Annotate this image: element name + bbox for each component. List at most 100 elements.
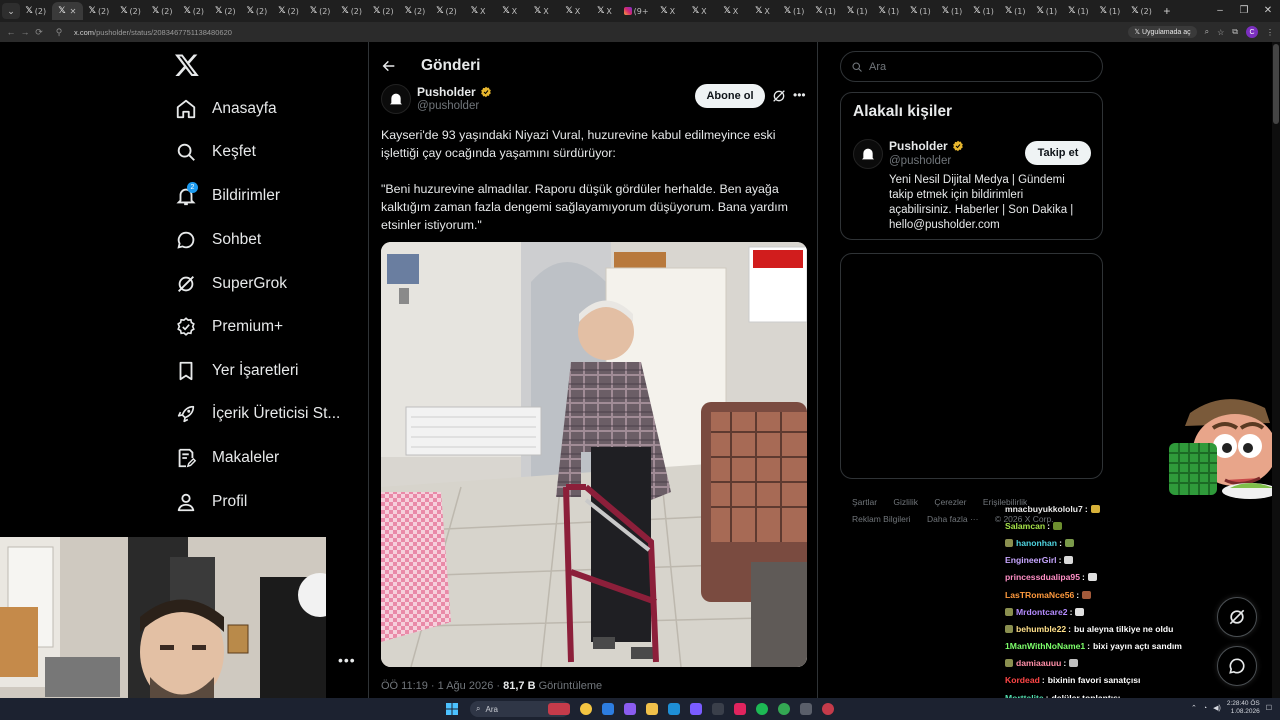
windows-start-icon[interactable]	[446, 703, 458, 715]
app-taskbar-icon[interactable]	[624, 703, 636, 715]
more-options-icon[interactable]: •••	[338, 652, 356, 668]
browser-tab[interactable]: 𝕏 (1)	[1063, 2, 1095, 20]
browser-tab[interactable]: 𝕏 (2)	[20, 2, 52, 20]
sidebar-item-creator-studio[interactable]: İçerik Üreticisi St...	[174, 398, 340, 430]
browser-tab[interactable]: 𝕏X	[747, 2, 779, 20]
related-handle[interactable]: @pusholder	[889, 155, 951, 167]
related-avatar[interactable]	[853, 139, 883, 169]
network-icon[interactable]: ◔	[1203, 705, 1207, 712]
back-arrow-icon[interactable]: ←	[4, 27, 18, 37]
post-more-icon[interactable]: •••	[793, 88, 806, 102]
sidebar-item-premium[interactable]: Premium+	[174, 311, 283, 343]
author-avatar[interactable]	[381, 84, 411, 114]
footer-link[interactable]: Reklam Bilgileri	[852, 514, 911, 524]
sidebar-item-notifications[interactable]: 2 Bildirimler	[174, 180, 280, 212]
discord-taskbar-icon[interactable]	[690, 703, 702, 715]
notification-center-icon[interactable]: ☐	[1266, 704, 1272, 712]
browser-tab[interactable]: 𝕏X	[494, 2, 526, 20]
forward-arrow-icon[interactable]: →	[18, 27, 32, 37]
browser-tab[interactable]: 𝕏 (2)	[83, 2, 115, 20]
tab-search-button[interactable]: ⌄	[2, 3, 20, 19]
browser-tab[interactable]: 𝕏 (1)	[968, 2, 1000, 20]
sidebar-item-explore[interactable]: Keşfet	[174, 136, 256, 168]
author-handle[interactable]: @pusholder	[417, 100, 479, 112]
browser-tab[interactable]: 𝕏 (1)	[778, 2, 810, 20]
follow-button[interactable]: Takip et	[1025, 141, 1091, 165]
browser-tab[interactable]: 𝕏 (2)	[273, 2, 305, 20]
footer-link[interactable]: Gizlilik	[893, 497, 918, 507]
browser-tab[interactable]: 𝕏 (2)	[399, 2, 431, 20]
minimize-button[interactable]: –	[1208, 0, 1232, 22]
grok-icon[interactable]	[771, 88, 787, 104]
browser-tab[interactable]: 𝕏 (1)	[905, 2, 937, 20]
app-taskbar-icon[interactable]	[734, 703, 746, 715]
close-tab-icon[interactable]: ✕	[70, 7, 77, 16]
sidebar-item-profile[interactable]: Profil	[174, 486, 247, 518]
related-name[interactable]: Pusholder	[889, 139, 964, 153]
browser-tab[interactable]: 𝕏X	[462, 2, 494, 20]
browser-tab[interactable]: 𝕏 (1)	[936, 2, 968, 20]
restore-button[interactable]: ❐	[1232, 0, 1256, 22]
scrollbar-thumb[interactable]	[1273, 44, 1279, 124]
taskbar-widget-icon[interactable]	[548, 703, 570, 715]
browser-tab[interactable]: 𝕏X	[557, 2, 589, 20]
page-scrollbar[interactable]	[1272, 42, 1280, 702]
post-time[interactable]: ÖÖ 11:19 · 1 Ağu 2026 ·	[381, 680, 503, 692]
browser-tab[interactable]: 𝕏X	[652, 2, 684, 20]
back-arrow-icon[interactable]	[381, 58, 397, 74]
browser-tab[interactable]: 𝕏 (1)	[999, 2, 1031, 20]
grok-fab[interactable]	[1217, 597, 1257, 637]
taskbar-clock[interactable]: 2:28:40 ÖS 1.08.2026	[1227, 700, 1260, 716]
footer-link[interactable]: Çerezler	[934, 497, 966, 507]
sidebar-item-home[interactable]: Anasayfa	[174, 93, 277, 125]
app-taskbar-icon[interactable]	[822, 703, 834, 715]
footer-link[interactable]: Şartlar	[852, 497, 877, 507]
browser-tab[interactable]: 𝕏X	[526, 2, 558, 20]
browser-tab[interactable]: 𝕏 (2)	[304, 2, 336, 20]
sidebar-item-supergrok[interactable]: SuperGrok	[174, 268, 287, 300]
x-logo-icon[interactable]	[174, 52, 200, 78]
browser-tab[interactable]: 𝕏X	[589, 2, 621, 20]
browser-tab[interactable]: 𝕏 (2)	[431, 2, 463, 20]
subscribe-button[interactable]: Abone ol	[695, 84, 765, 108]
browser-tab[interactable]: 𝕏 (2)	[115, 2, 147, 20]
obs-taskbar-icon[interactable]	[800, 703, 812, 715]
author-name[interactable]: Pusholder	[417, 85, 492, 99]
open-in-app-button[interactable]: 𝕏 Uygulamada aç	[1128, 26, 1197, 38]
browser-tab[interactable]: 𝕏 (2)	[1126, 2, 1158, 20]
chrome-taskbar-icon[interactable]	[580, 703, 592, 715]
browser-tab[interactable]: 𝕏 (1)	[1031, 2, 1063, 20]
browser-tab[interactable]: 𝕏 (1)	[841, 2, 873, 20]
tray-chevron-icon[interactable]: ⌃	[1191, 704, 1197, 712]
browser-tab[interactable]: 𝕏X	[683, 2, 715, 20]
browser-tab[interactable]: 𝕏 (2)	[241, 2, 273, 20]
bookmark-star-icon[interactable]: ☆	[1217, 28, 1224, 37]
browser-tab[interactable]: 𝕏X	[715, 2, 747, 20]
spotify-taskbar-icon[interactable]	[756, 703, 768, 715]
zoom-icon[interactable]: ⌕	[1205, 27, 1209, 37]
reload-icon[interactable]: ⟳	[32, 27, 46, 38]
browser-tab[interactable]: 𝕏 (2)	[336, 2, 368, 20]
search-input[interactable]	[869, 60, 1069, 73]
browser-tab[interactable]: (9+	[620, 2, 652, 20]
profile-avatar[interactable]: C	[1246, 26, 1258, 38]
browser-tab[interactable]: 𝕏 (2)	[178, 2, 210, 20]
sidebar-item-bookmarks[interactable]: Yer İşaretleri	[174, 355, 298, 387]
url-field[interactable]: x.com/pusholder/status/20834677511384806…	[74, 28, 232, 37]
close-window-button[interactable]: ✕	[1256, 0, 1280, 22]
footer-link[interactable]: Daha fazla ···	[927, 514, 979, 524]
sidebar-item-chat[interactable]: Sohbet	[174, 224, 261, 256]
browser-tab[interactable]: 𝕏 (1)	[810, 2, 842, 20]
messages-fab[interactable]	[1217, 646, 1257, 686]
chrome-active-taskbar-icon[interactable]	[778, 703, 790, 715]
site-info-icon[interactable]: ⚲	[52, 27, 66, 38]
file-explorer-icon[interactable]	[646, 703, 658, 715]
app-taskbar-icon[interactable]	[712, 703, 724, 715]
browser-tab[interactable]: 𝕏 (2)	[368, 2, 400, 20]
browser-menu-icon[interactable]: ⋮	[1266, 28, 1274, 37]
browser-tab[interactable]: 𝕏 (1)	[873, 2, 905, 20]
browser-tab[interactable]: 𝕏 (2)	[146, 2, 178, 20]
search-box[interactable]	[840, 51, 1103, 82]
browser-tab[interactable]: 𝕏 (1)	[1094, 2, 1126, 20]
post-photo[interactable]	[381, 242, 807, 667]
